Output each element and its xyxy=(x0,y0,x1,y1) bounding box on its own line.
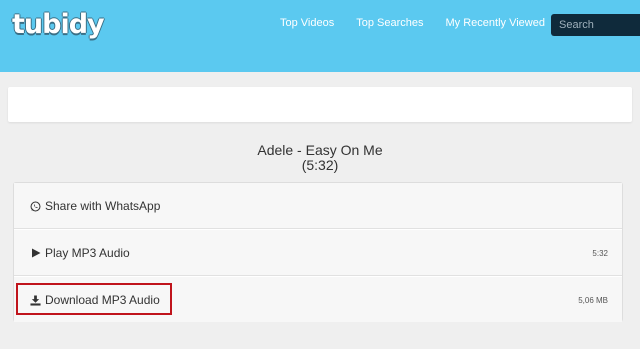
share-whatsapp-label: Share with WhatsApp xyxy=(45,199,161,213)
play-icon xyxy=(30,248,41,259)
play-mp3-link[interactable]: Play MP3 Audio xyxy=(30,230,130,276)
ad-banner xyxy=(8,87,632,122)
play-mp3-label: Play MP3 Audio xyxy=(45,246,130,260)
nav-recently-viewed[interactable]: My Recently Viewed xyxy=(446,17,545,29)
site-header: tubidy Top Videos Top Searches My Recent… xyxy=(0,0,640,72)
share-whatsapp-link[interactable]: Share with WhatsApp xyxy=(30,183,160,229)
download-file-size: 5,06 MB xyxy=(578,295,608,305)
logo-text: tubidy xyxy=(12,8,105,40)
search-input[interactable] xyxy=(551,14,640,36)
play-duration: 5:32 xyxy=(592,248,608,258)
tubidy-logo[interactable]: tubidy xyxy=(12,6,105,42)
nav-top-videos[interactable]: Top Videos xyxy=(280,17,334,29)
play-mp3-row[interactable]: Play MP3 Audio 5:32 xyxy=(14,230,622,276)
download-highlight-box xyxy=(16,283,172,315)
track-title: Adele - Easy On Me xyxy=(257,142,383,158)
share-whatsapp-row[interactable]: Share with WhatsApp xyxy=(14,183,622,229)
nav-top-searches[interactable]: Top Searches xyxy=(356,17,423,29)
track-duration: (5:32) xyxy=(301,157,339,173)
top-nav: Top Videos Top Searches My Recently View… xyxy=(280,17,545,29)
whatsapp-icon xyxy=(30,201,41,212)
